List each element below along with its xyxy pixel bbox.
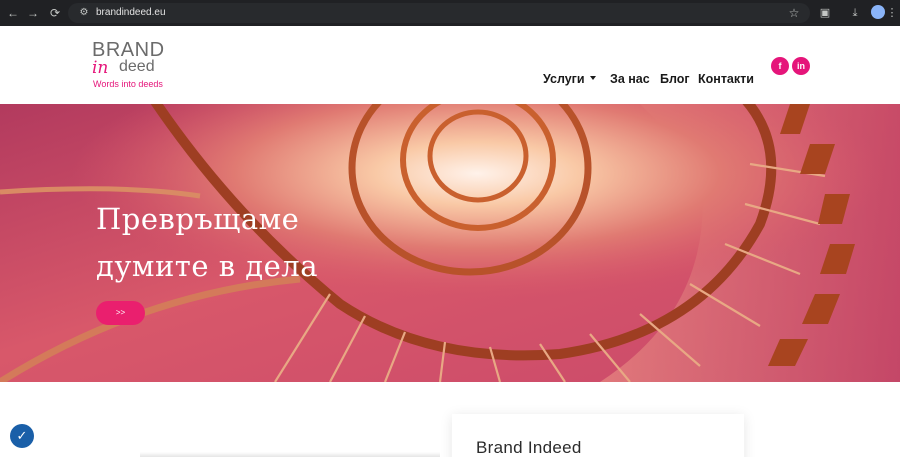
- nav-about[interactable]: За нас: [610, 70, 650, 88]
- facebook-icon[interactable]: f: [771, 57, 789, 75]
- star-icon[interactable]: ☆: [786, 5, 802, 21]
- nav-contacts[interactable]: Контакти: [698, 70, 754, 88]
- logo-brand-text: BRAND: [92, 39, 165, 61]
- intro-card: Brand Indeed: [452, 414, 744, 457]
- download-icon[interactable]: ⤓: [846, 4, 864, 22]
- arrow-right-icon[interactable]: →: [24, 4, 42, 22]
- address-url[interactable]: brandindeed.eu: [96, 3, 166, 23]
- kebab-menu-icon[interactable]: ⋮: [886, 4, 898, 22]
- reload-icon[interactable]: ⟳: [46, 4, 64, 22]
- browser-toolbar: ← → ⟳ ⚙ brandindeed.eu ☆ ▣ ⤓ ⋮: [0, 0, 900, 26]
- nav-services[interactable]: Услуги: [543, 70, 585, 88]
- nav-blog[interactable]: Блог: [660, 70, 690, 88]
- logo-in-text: in: [92, 58, 109, 78]
- arrow-left-icon[interactable]: ←: [4, 4, 22, 22]
- hero-heading-line2: думите в дела: [96, 249, 319, 283]
- profile-avatar[interactable]: [871, 5, 885, 19]
- linkedin-icon[interactable]: in: [792, 57, 810, 75]
- chevron-down-icon[interactable]: [590, 76, 596, 80]
- site-header: BRAND in deed Words into deeds Услуги За…: [0, 26, 900, 104]
- content-section: Brand Indeed ✓: [0, 382, 900, 457]
- hero-heading: Превръщаме думите в дела: [96, 196, 318, 290]
- hero-cta-button[interactable]: >>: [96, 301, 145, 325]
- puzzle-icon[interactable]: ▣: [816, 4, 834, 22]
- cookie-consent-icon[interactable]: ✓: [10, 424, 34, 448]
- hero-heading-line1: Превръщаме: [96, 202, 300, 236]
- image-card-shadow: [140, 452, 440, 457]
- address-bar[interactable]: ⚙ brandindeed.eu ☆: [68, 3, 810, 23]
- brand-logo[interactable]: BRAND in deed Words into deeds: [92, 40, 182, 92]
- logo-tagline: Words into deeds: [93, 79, 163, 89]
- hero-banner: Превръщаме думите в дела >>: [0, 104, 900, 382]
- tune-icon[interactable]: ⚙: [76, 5, 92, 21]
- logo-deed-text: deed: [119, 58, 155, 75]
- card-title: Brand Indeed: [476, 438, 582, 457]
